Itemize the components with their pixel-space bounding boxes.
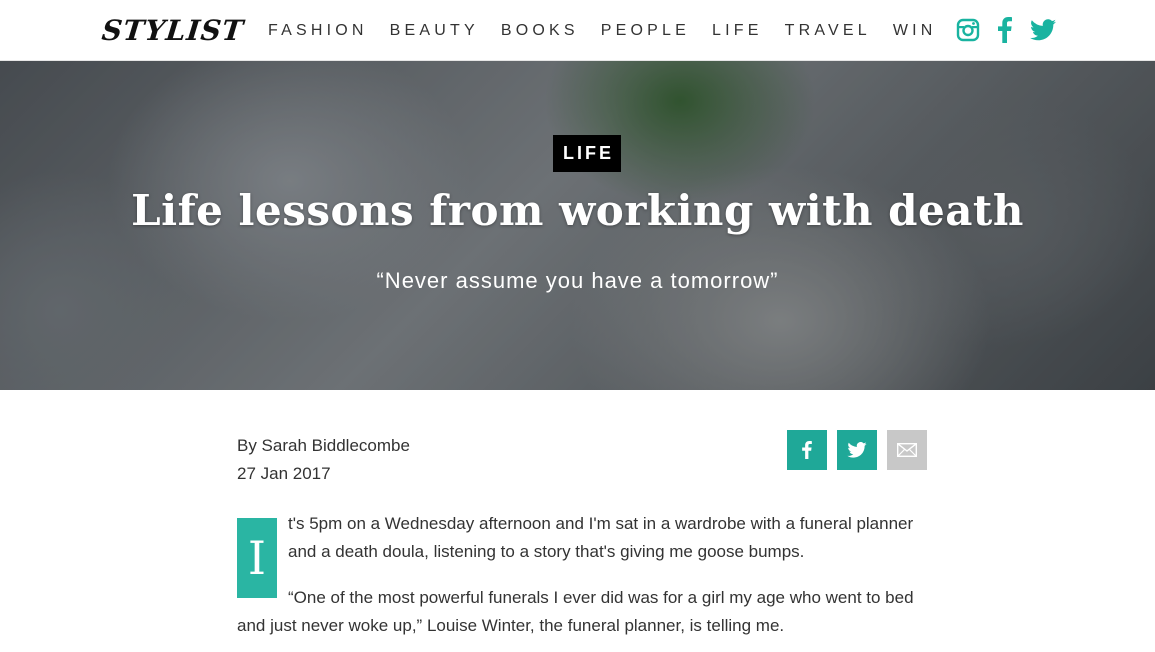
nav-item-beauty[interactable]: BEAUTY xyxy=(390,21,479,41)
nav-item-books[interactable]: BOOKS xyxy=(501,21,579,41)
nav-item-people[interactable]: PEOPLE xyxy=(601,21,690,41)
social-links xyxy=(956,17,1074,48)
twitter-icon[interactable] xyxy=(1030,19,1056,46)
main-nav: FASHION BEAUTY BOOKS PEOPLE LIFE TRAVEL … xyxy=(268,21,959,41)
twitter-icon xyxy=(847,442,867,458)
site-logo[interactable]: STYLIST xyxy=(100,14,245,47)
hero-banner: LIFE Life lessons from working with deat… xyxy=(0,61,1155,390)
publish-date: 27 Jan 2017 xyxy=(237,464,331,483)
author-name[interactable]: By Sarah Biddlecombe xyxy=(237,432,410,460)
nav-item-fashion[interactable]: FASHION xyxy=(268,21,368,41)
nav-item-travel[interactable]: TRAVEL xyxy=(785,21,871,41)
instagram-icon[interactable] xyxy=(956,18,980,47)
category-tag[interactable]: LIFE xyxy=(553,135,621,172)
share-facebook-button[interactable] xyxy=(787,430,827,470)
byline: By Sarah Biddlecombe 27 Jan 2017 xyxy=(237,432,410,488)
article-subtitle: “Never assume you have a tomorrow” xyxy=(376,268,779,293)
share-twitter-button[interactable] xyxy=(837,430,877,470)
site-header: STYLIST FASHION BEAUTY BOOKS PEOPLE LIFE… xyxy=(0,0,1155,61)
share-email-button[interactable] xyxy=(887,430,927,470)
facebook-icon xyxy=(802,441,812,459)
email-icon xyxy=(897,443,917,457)
facebook-icon[interactable] xyxy=(998,17,1012,48)
article-paragraph: “One of the most powerful funerals I eve… xyxy=(237,588,914,635)
article-paragraph: t's 5pm on a Wednesday afternoon and I'm… xyxy=(288,514,914,561)
article-title: Life lessons from working with death xyxy=(131,186,1024,235)
nav-item-win[interactable]: WIN xyxy=(893,21,937,41)
nav-item-life[interactable]: LIFE xyxy=(712,21,763,41)
share-buttons xyxy=(787,430,937,470)
